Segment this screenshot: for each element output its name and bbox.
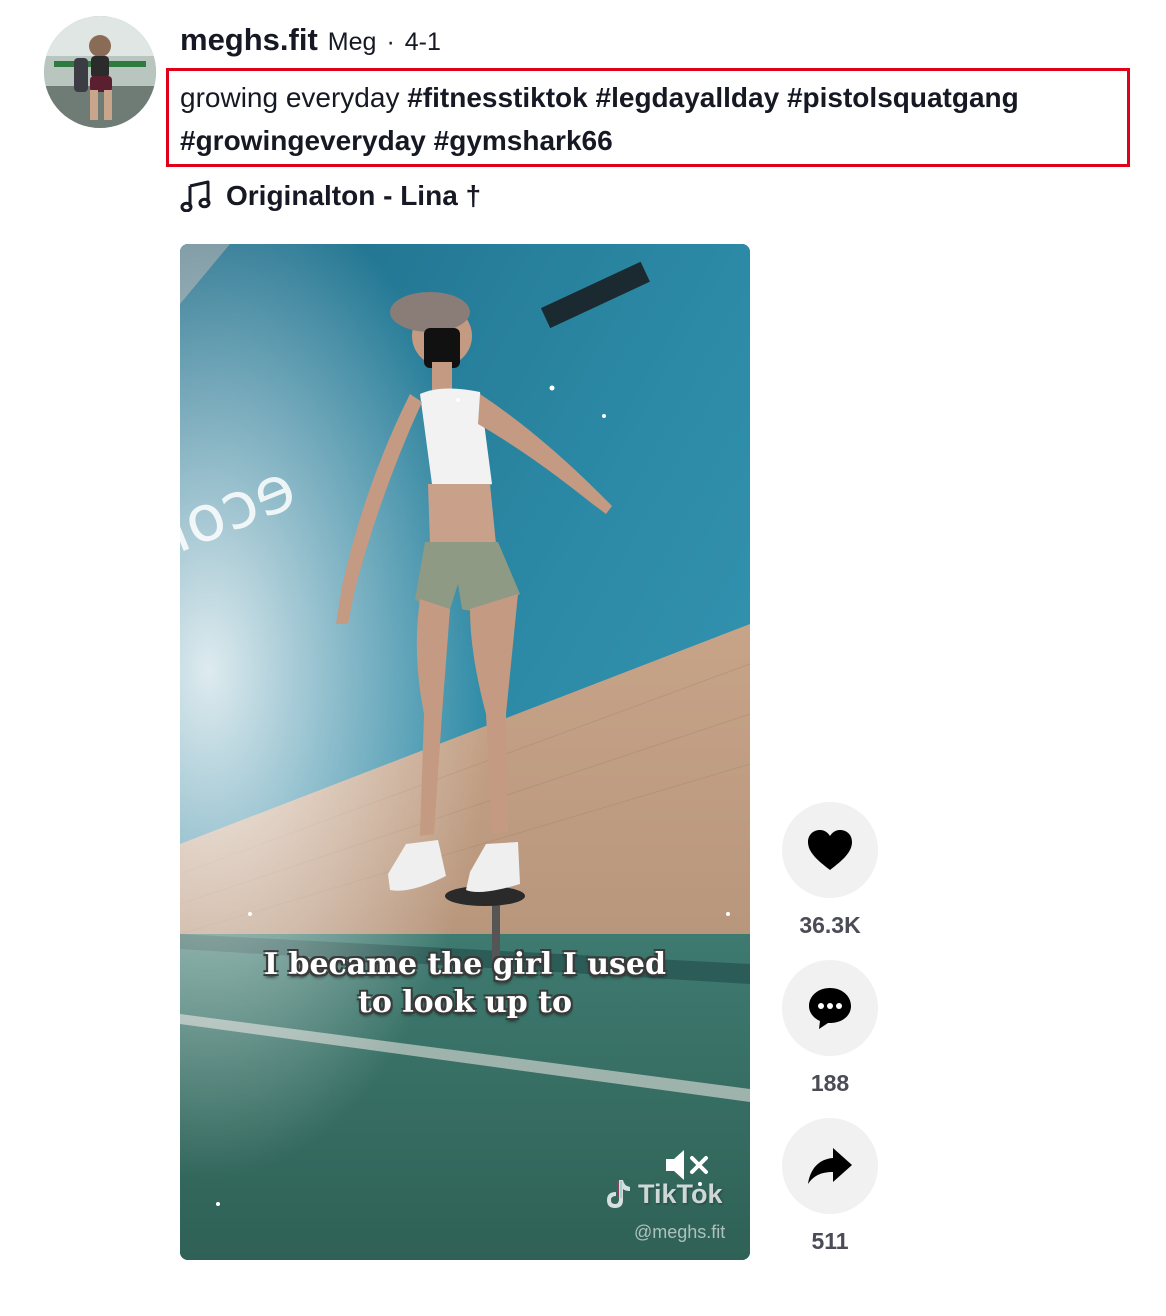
- comment-bubble-icon: [809, 988, 851, 1029]
- video-player[interactable]: ecome yo: [180, 244, 750, 1260]
- avatar[interactable]: [44, 16, 156, 128]
- hashtag-link[interactable]: #pistolsquatgang: [787, 82, 1019, 113]
- hashtag-link[interactable]: #fitnesstiktok: [407, 82, 588, 113]
- separator-dot: ·: [386, 28, 395, 56]
- post-date: 4-1: [404, 28, 441, 56]
- watermark-handle: @meghs.fit: [634, 1222, 726, 1242]
- share-button[interactable]: [782, 1118, 878, 1214]
- music-title: Originalton - Lina †: [226, 180, 482, 211]
- tiktok-logo-icon: [607, 1180, 630, 1208]
- hashtag-link[interactable]: #gymshark66: [434, 125, 613, 156]
- mute-icon[interactable]: [664, 1148, 710, 1182]
- like-count: 36.3K: [799, 912, 861, 938]
- share-arrow-icon: [808, 1148, 852, 1184]
- heart-icon: [808, 830, 852, 870]
- music-link[interactable]: Originalton - Lina †: [180, 176, 481, 216]
- avatar-image: [44, 16, 156, 128]
- watermark-brand: TikTok: [638, 1178, 723, 1209]
- tiktok-watermark: TikTok: [604, 1178, 723, 1210]
- video-subtitle-line-1: I became the girl I used: [264, 947, 666, 982]
- music-note-icon: [180, 180, 211, 212]
- comment-button[interactable]: [782, 960, 878, 1056]
- video-subtitle-line-2: to look up to: [357, 985, 573, 1020]
- post-header: meghs.fit Meg · 4-1: [180, 22, 441, 66]
- post-caption: growing everyday #fitnesstiktok #legdaya…: [180, 76, 1120, 162]
- like-button[interactable]: [782, 802, 878, 898]
- nickname: Meg: [327, 28, 377, 56]
- hashtag-link[interactable]: #legdayallday: [596, 82, 780, 113]
- comment-count: 188: [810, 1070, 850, 1096]
- hashtag-link[interactable]: #growingeveryday: [180, 125, 426, 156]
- share-count: 511: [811, 1228, 849, 1254]
- video-frame: ecome yo: [180, 244, 750, 1260]
- username-link[interactable]: meghs.fit: [180, 22, 318, 58]
- caption-text: growing everyday: [180, 82, 400, 113]
